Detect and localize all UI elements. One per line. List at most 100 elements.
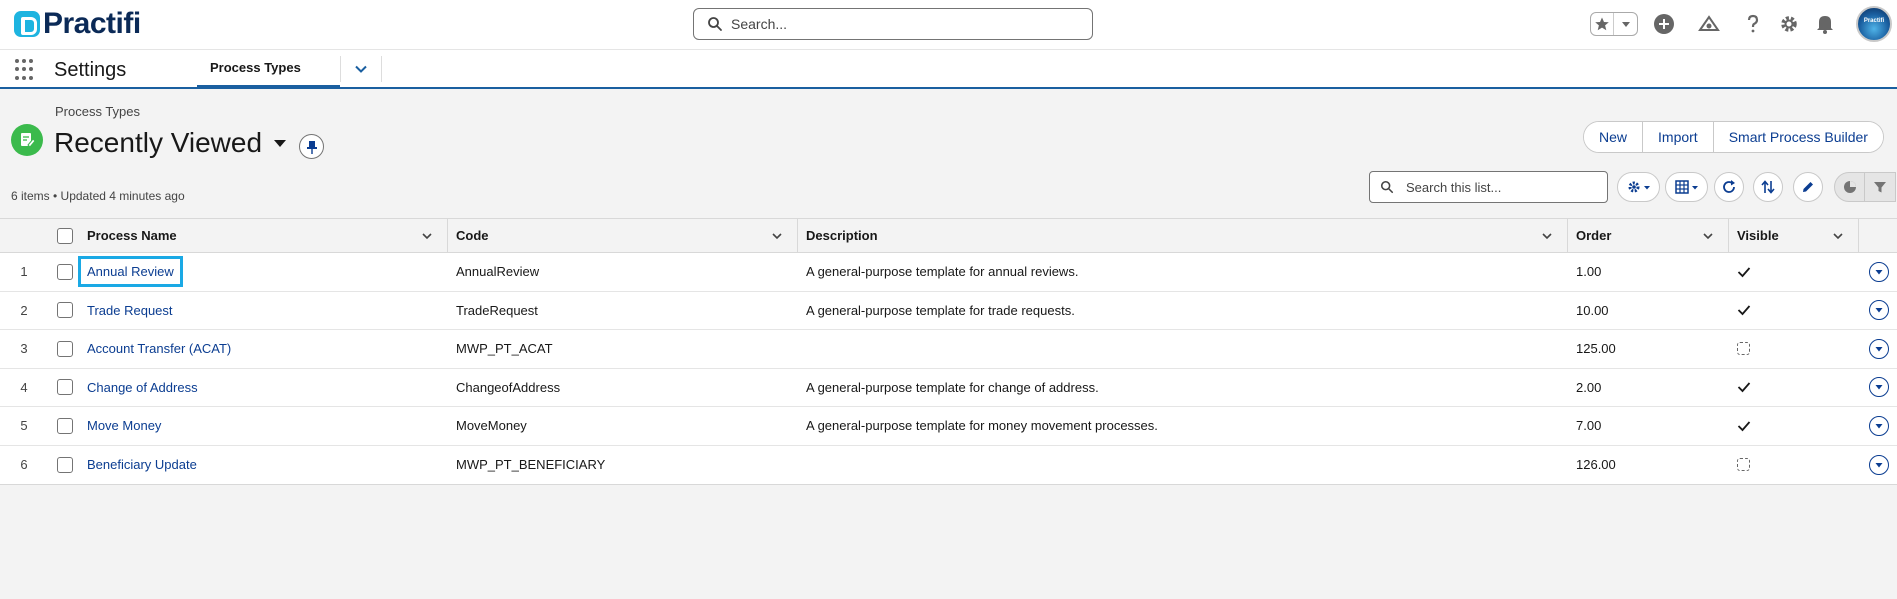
trailhead-button[interactable] — [1697, 12, 1721, 36]
column-header-code[interactable]: Code — [448, 219, 798, 252]
tab-divider — [340, 56, 341, 82]
trailhead-icon — [1698, 15, 1720, 31]
row-checkbox[interactable] — [56, 379, 73, 396]
favorites-dropdown-button[interactable] — [1614, 13, 1637, 35]
list-status-text: 6 items • Updated 4 minutes ago — [11, 189, 185, 203]
chevron-down-icon — [1875, 346, 1883, 352]
list-search-input[interactable] — [1406, 179, 1596, 195]
favorites-button-group — [1590, 12, 1638, 36]
chevron-down-icon[interactable] — [771, 230, 783, 242]
chevron-down-icon — [1875, 269, 1883, 275]
row-number: 3 — [20, 341, 28, 357]
row-number: 4 — [20, 379, 28, 395]
row-actions-button[interactable] — [1869, 300, 1889, 321]
row-actions-button[interactable] — [1869, 454, 1889, 475]
row-checkbox[interactable] — [56, 340, 73, 357]
notifications-button[interactable] — [1813, 12, 1837, 36]
favorites-star-button[interactable] — [1591, 13, 1615, 35]
notification-bell-icon — [1817, 16, 1833, 34]
code-cell: TradeRequest — [456, 302, 538, 318]
help-button[interactable] — [1741, 12, 1765, 36]
order-cell: 2.00 — [1576, 379, 1602, 395]
table-row: 3 Account Transfer (ACAT) MWP_PT_ACAT 12… — [0, 330, 1897, 369]
description-cell: A general-purpose template for change of… — [806, 379, 1099, 395]
list-view-controls-button[interactable] — [1617, 172, 1660, 202]
practifi-logo[interactable]: Practifi — [14, 7, 141, 41]
chevron-down-icon — [1875, 462, 1883, 468]
actions-header — [1859, 219, 1897, 252]
row-checkbox[interactable] — [56, 456, 73, 473]
process-name-link[interactable]: Beneficiary Update — [87, 457, 197, 472]
visible-cell — [1729, 253, 1859, 291]
row-actions-button[interactable] — [1869, 338, 1889, 359]
process-name-link[interactable]: Trade Request — [87, 303, 173, 318]
settings-gear-dropdown-icon — [1628, 181, 1650, 193]
help-icon — [1747, 14, 1759, 33]
row-checkbox[interactable] — [56, 302, 73, 319]
app-launcher-icon[interactable] — [15, 59, 37, 81]
list-view-title: Recently Viewed — [54, 127, 263, 158]
import-button[interactable]: Import — [1642, 122, 1713, 152]
global-actions-button[interactable] — [1652, 12, 1676, 36]
setup-gear-icon — [1781, 16, 1797, 32]
column-header-description[interactable]: Description — [798, 219, 1568, 252]
row-actions-button[interactable] — [1869, 415, 1889, 436]
tab-menu-button[interactable] — [352, 60, 370, 78]
refresh-button[interactable] — [1714, 172, 1744, 202]
checkmark-icon — [1737, 382, 1751, 393]
avatar-label: Practifi — [1863, 18, 1885, 24]
sort-button[interactable] — [1753, 172, 1783, 202]
filter-funnel-icon — [1874, 182, 1886, 193]
process-name-link[interactable]: Annual Review — [78, 256, 183, 288]
list-view-picker[interactable]: Recently Viewed — [54, 127, 287, 159]
global-search-input[interactable]: Search... — [693, 8, 1093, 40]
new-button[interactable]: New — [1584, 122, 1643, 152]
setup-button[interactable] — [1777, 12, 1801, 36]
process-name-link[interactable]: Account Transfer (ACAT) — [87, 341, 231, 356]
visible-cell — [1729, 330, 1859, 368]
table-header-row: Process Name Code Description Order Visi… — [0, 219, 1897, 253]
checkmark-icon — [1737, 305, 1751, 316]
process-name-link[interactable]: Change of Address — [87, 380, 198, 395]
column-header-order[interactable]: Order — [1568, 219, 1729, 252]
pencil-edit-icon — [1803, 182, 1813, 192]
inline-edit-button[interactable] — [1793, 172, 1823, 202]
row-checkbox[interactable] — [56, 263, 73, 280]
global-search-placeholder: Search... — [731, 16, 788, 32]
column-header-process-name[interactable]: Process Name — [81, 219, 448, 252]
row-checkbox[interactable] — [56, 417, 73, 434]
sort-icon — [1761, 180, 1775, 194]
show-charts-button[interactable] — [1835, 173, 1866, 201]
table-row: 1 Annual Review AnnualReview A general-p… — [0, 253, 1897, 292]
column-header-label: Visible — [1737, 228, 1779, 243]
select-all-checkbox[interactable] — [56, 227, 73, 244]
document-edit-icon — [21, 133, 36, 148]
smart-process-builder-button[interactable]: Smart Process Builder — [1712, 122, 1883, 152]
display-as-button[interactable] — [1665, 172, 1708, 202]
order-cell: 7.00 — [1576, 418, 1602, 434]
chart-filter-button-group — [1834, 172, 1896, 202]
refresh-icon — [1723, 180, 1735, 193]
chevron-down-icon[interactable] — [1541, 230, 1553, 242]
table-row: 5 Move Money MoveMoney A general-purpose… — [0, 407, 1897, 446]
row-number: 2 — [20, 302, 28, 318]
row-actions-button[interactable] — [1869, 377, 1889, 398]
chevron-down-icon[interactable] — [1702, 230, 1714, 242]
code-cell: MWP_PT_BENEFICIARY — [456, 457, 606, 473]
chevron-down-icon[interactable] — [1832, 230, 1844, 242]
chevron-down-icon[interactable] — [421, 230, 433, 242]
pin-icon — [306, 140, 317, 154]
row-actions-button[interactable] — [1869, 261, 1889, 282]
tab-process-types[interactable]: Process Types — [197, 50, 340, 88]
process-name-link[interactable]: Move Money — [87, 418, 161, 433]
column-header-label: Process Name — [87, 228, 177, 243]
filter-button[interactable] — [1865, 173, 1895, 201]
list-search-field — [1369, 171, 1608, 203]
column-header-visible[interactable]: Visible — [1729, 219, 1859, 252]
unchecked-icon — [1737, 458, 1750, 472]
pin-list-view-button[interactable] — [299, 134, 324, 159]
code-cell: ChangeofAddress — [456, 379, 561, 395]
user-avatar[interactable]: Practifi — [1856, 6, 1892, 42]
checkmark-icon — [1737, 267, 1751, 278]
row-number: 5 — [20, 418, 28, 434]
